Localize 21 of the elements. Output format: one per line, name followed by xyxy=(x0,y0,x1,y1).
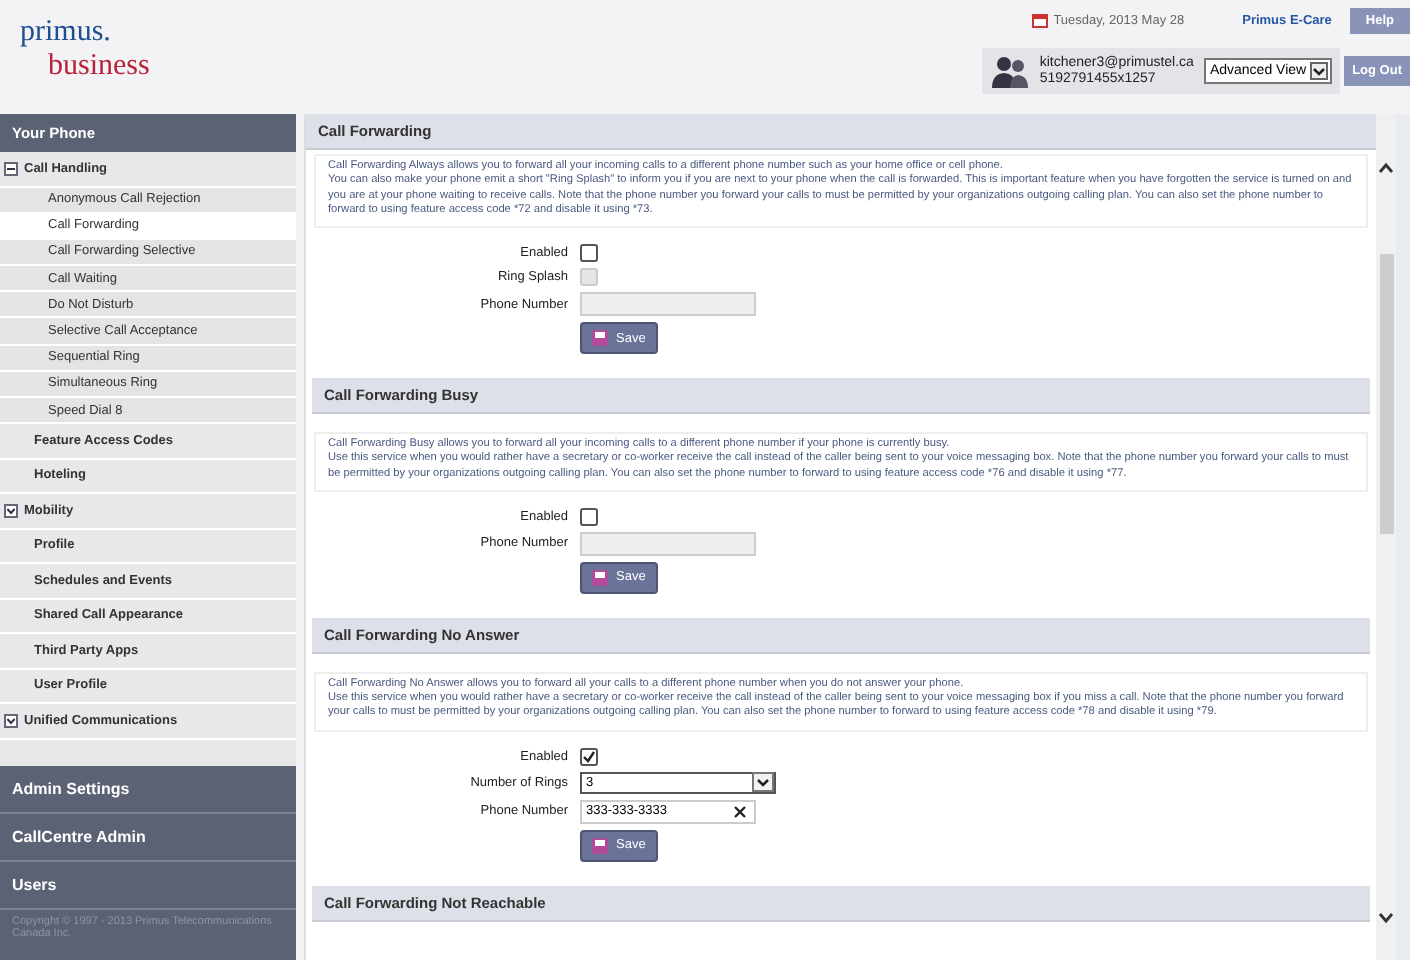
save-icon xyxy=(592,569,608,586)
sidebar-section[interactable]: Users xyxy=(0,862,296,910)
scroll-down-icon[interactable] xyxy=(1378,912,1394,924)
logo-subtitle: business xyxy=(46,52,150,82)
sidebar-section[interactable]: CallCentre Admin xyxy=(0,814,296,862)
checkbox[interactable] xyxy=(580,244,598,263)
logo-text: primus. xyxy=(20,18,113,48)
scrollbar-thumb[interactable] xyxy=(1379,254,1393,534)
checkbox[interactable] xyxy=(580,507,598,526)
save-icon xyxy=(592,837,608,854)
sidebar-section[interactable]: Admin Settings xyxy=(0,766,296,814)
scroll-up-icon[interactable] xyxy=(1378,162,1394,174)
collapse-icon[interactable] xyxy=(4,161,18,176)
checkbox[interactable] xyxy=(580,747,598,766)
expand-icon[interactable] xyxy=(4,503,18,518)
users-icon xyxy=(989,54,1030,88)
calendar-icon xyxy=(1031,14,1048,28)
save-icon xyxy=(592,330,608,347)
clear-icon[interactable] xyxy=(734,805,746,818)
dropdown-arrow-icon xyxy=(1310,62,1329,80)
expand-icon[interactable] xyxy=(4,713,18,728)
